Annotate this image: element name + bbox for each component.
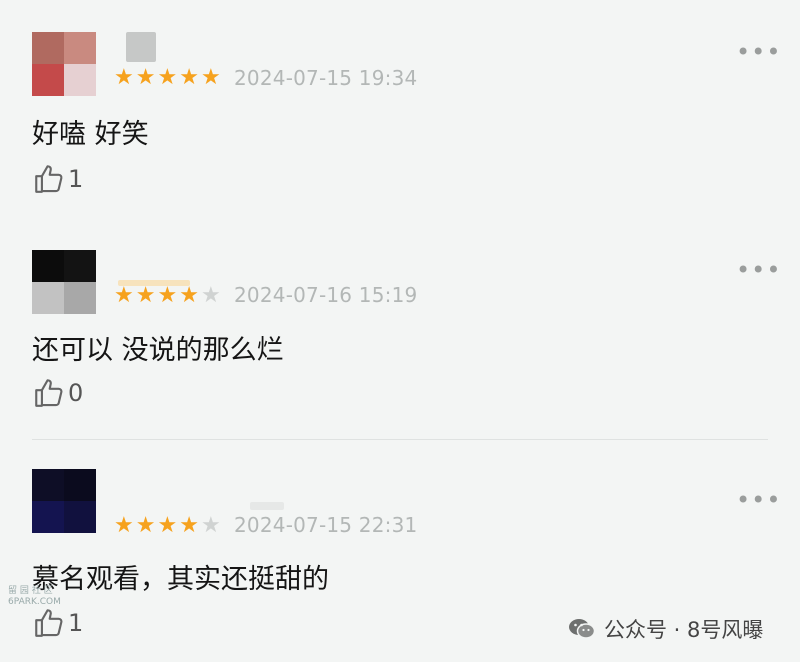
watermark-line1: 留 园 社 区 bbox=[8, 586, 53, 596]
star-icon: ★ bbox=[135, 283, 156, 308]
like-count: 0 bbox=[68, 379, 84, 407]
review-date: 2024-07-15 22:31 bbox=[234, 513, 418, 537]
review-content: 慕名观看，其实还挺甜的 bbox=[32, 564, 329, 595]
avatar[interactable] bbox=[32, 250, 96, 314]
thumbs-up-icon bbox=[35, 379, 63, 407]
avatar[interactable] bbox=[32, 32, 96, 96]
more-options-button[interactable]: ••• bbox=[736, 258, 781, 282]
star-icon: ★ bbox=[114, 513, 134, 538]
watermark-right: 公众号 · 8号风曝 bbox=[568, 614, 763, 644]
thumbs-up-icon bbox=[35, 165, 63, 193]
like-button[interactable]: 0 bbox=[32, 376, 83, 410]
thumbs-up-icon bbox=[35, 609, 63, 637]
star-icon: ★ bbox=[200, 283, 221, 308]
more-options-button[interactable]: ••• bbox=[736, 40, 781, 64]
like-count: 1 bbox=[68, 609, 84, 637]
star-icon: ★ bbox=[179, 283, 199, 308]
review-content: 好嗑 好笑 bbox=[32, 119, 149, 150]
divider bbox=[32, 439, 768, 440]
username-blurred[interactable] bbox=[250, 502, 284, 510]
username-blurred[interactable] bbox=[126, 32, 156, 62]
review-date: 2024-07-15 19:34 bbox=[234, 66, 418, 90]
star-icon: ★ bbox=[135, 65, 156, 90]
like-count: 1 bbox=[68, 165, 84, 193]
like-button[interactable]: 1 bbox=[32, 162, 83, 196]
wechat-icon bbox=[569, 619, 596, 639]
review-content: 还可以 没说的那么烂 bbox=[32, 335, 284, 366]
star-icon: ★ bbox=[157, 65, 178, 90]
star-icon: ★ bbox=[114, 65, 134, 90]
avatar[interactable] bbox=[32, 469, 96, 533]
review-date: 2024-07-16 15:19 bbox=[234, 283, 418, 307]
star-icon: ★ bbox=[200, 65, 221, 90]
star-rating: ★ ★ ★ ★ ★ bbox=[114, 515, 221, 537]
watermark-left: 留 园 社 区 6PARK.COM bbox=[8, 586, 61, 608]
watermark-account: 公众号 · 8号风曝 bbox=[604, 618, 764, 642]
like-button[interactable]: 1 bbox=[32, 606, 83, 640]
star-icon: ★ bbox=[157, 283, 178, 308]
more-options-button[interactable]: ••• bbox=[736, 488, 781, 512]
star-icon: ★ bbox=[179, 513, 199, 538]
star-rating: ★ ★ ★ ★ ★ bbox=[114, 67, 221, 89]
star-icon: ★ bbox=[135, 513, 156, 538]
star-icon: ★ bbox=[114, 283, 134, 308]
star-icon: ★ bbox=[157, 513, 178, 538]
star-rating: ★ ★ ★ ★ ★ bbox=[114, 285, 221, 307]
star-icon: ★ bbox=[200, 513, 221, 538]
star-icon: ★ bbox=[179, 65, 199, 90]
watermark-line2: 6PARK.COM bbox=[8, 597, 61, 607]
